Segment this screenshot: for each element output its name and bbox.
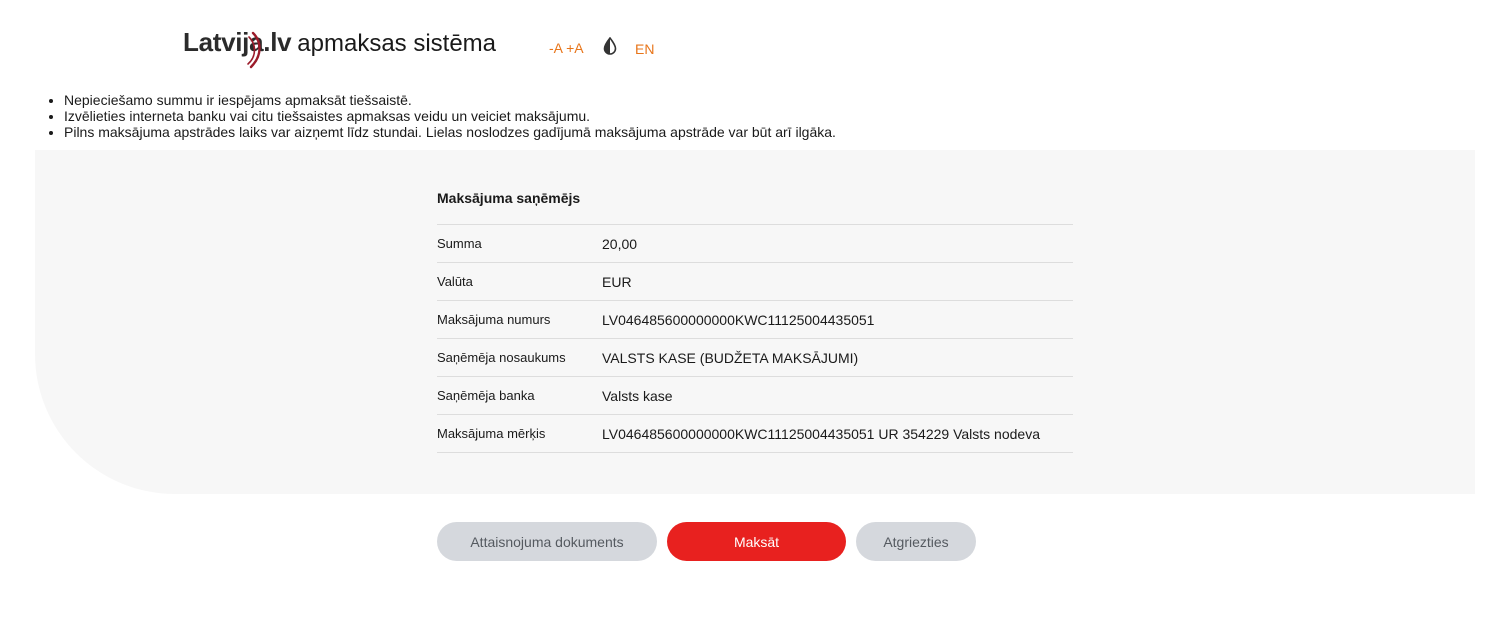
detail-value: VALSTS KASE (BUDŽETA MAKSĀJUMI)	[602, 349, 859, 366]
detail-value: LV046485600000000KWC11125004435051	[602, 311, 875, 328]
note-item: Pilns maksājuma apstrādes laiks var aizņ…	[64, 124, 836, 140]
site-logo[interactable]: Latvija.lv apmaksas sistēma	[183, 27, 497, 69]
detail-label: Summa	[437, 236, 482, 251]
detail-row-currency: Valūta EUR	[437, 263, 1073, 301]
detail-row-recipient-name: Saņēmēja nosaukums VALSTS KASE (BUDŽETA …	[437, 339, 1073, 377]
payment-notes-list: Nepieciešamo summu ir iespējams apmaksāt…	[0, 92, 836, 140]
back-button[interactable]: Atgriezties	[856, 522, 976, 561]
detail-value: Valsts kase	[602, 387, 673, 404]
detail-row-recipient-bank: Saņēmēja banka Valsts kase	[437, 377, 1073, 415]
detail-row-payment-purpose: Maksājuma mērķis LV046485600000000KWC111…	[437, 415, 1073, 453]
detail-label: Valūta	[437, 274, 473, 289]
supporting-document-button[interactable]: Attaisnojuma dokuments	[437, 522, 657, 561]
detail-row-payment-number: Maksājuma numurs LV046485600000000KWC111…	[437, 301, 1073, 339]
logo-brand: Latvija.lv	[183, 27, 292, 57]
detail-row-amount: Summa 20,00	[437, 225, 1073, 263]
detail-label: Saņēmēja nosaukums	[437, 350, 566, 365]
note-item: Nepieciešamo summu ir iespējams apmaksāt…	[64, 92, 836, 108]
detail-label: Maksājuma numurs	[437, 312, 551, 327]
font-size-controls: -A +A	[549, 40, 584, 56]
action-buttons: Attaisnojuma dokuments Maksāt Atgrieztie…	[437, 522, 976, 561]
logo-swoosh-icon	[247, 31, 261, 69]
detail-label: Saņēmēja banka	[437, 388, 535, 403]
logo-suffix: apmaksas sistēma	[297, 30, 497, 57]
detail-value: LV046485600000000KWC11125004435051 UR 35…	[602, 425, 1040, 442]
font-increase-button[interactable]: +A	[566, 40, 584, 56]
header: Latvija.lv apmaksas sistēma -A +A EN	[0, 0, 1512, 90]
payment-details-title: Maksājuma saņēmējs	[437, 180, 1073, 225]
payment-details-table: Maksājuma saņēmējs Summa 20,00 Valūta EU…	[437, 180, 1073, 453]
note-item: Izvēlieties interneta banku vai citu tie…	[64, 108, 836, 124]
font-decrease-button[interactable]: -A	[549, 40, 562, 56]
detail-label: Maksājuma mērķis	[437, 426, 546, 441]
contrast-drop-icon[interactable]	[603, 37, 617, 55]
language-switch-link[interactable]: EN	[635, 41, 654, 57]
detail-value: EUR	[602, 273, 632, 290]
pay-button[interactable]: Maksāt	[667, 522, 846, 561]
detail-value: 20,00	[602, 235, 638, 252]
